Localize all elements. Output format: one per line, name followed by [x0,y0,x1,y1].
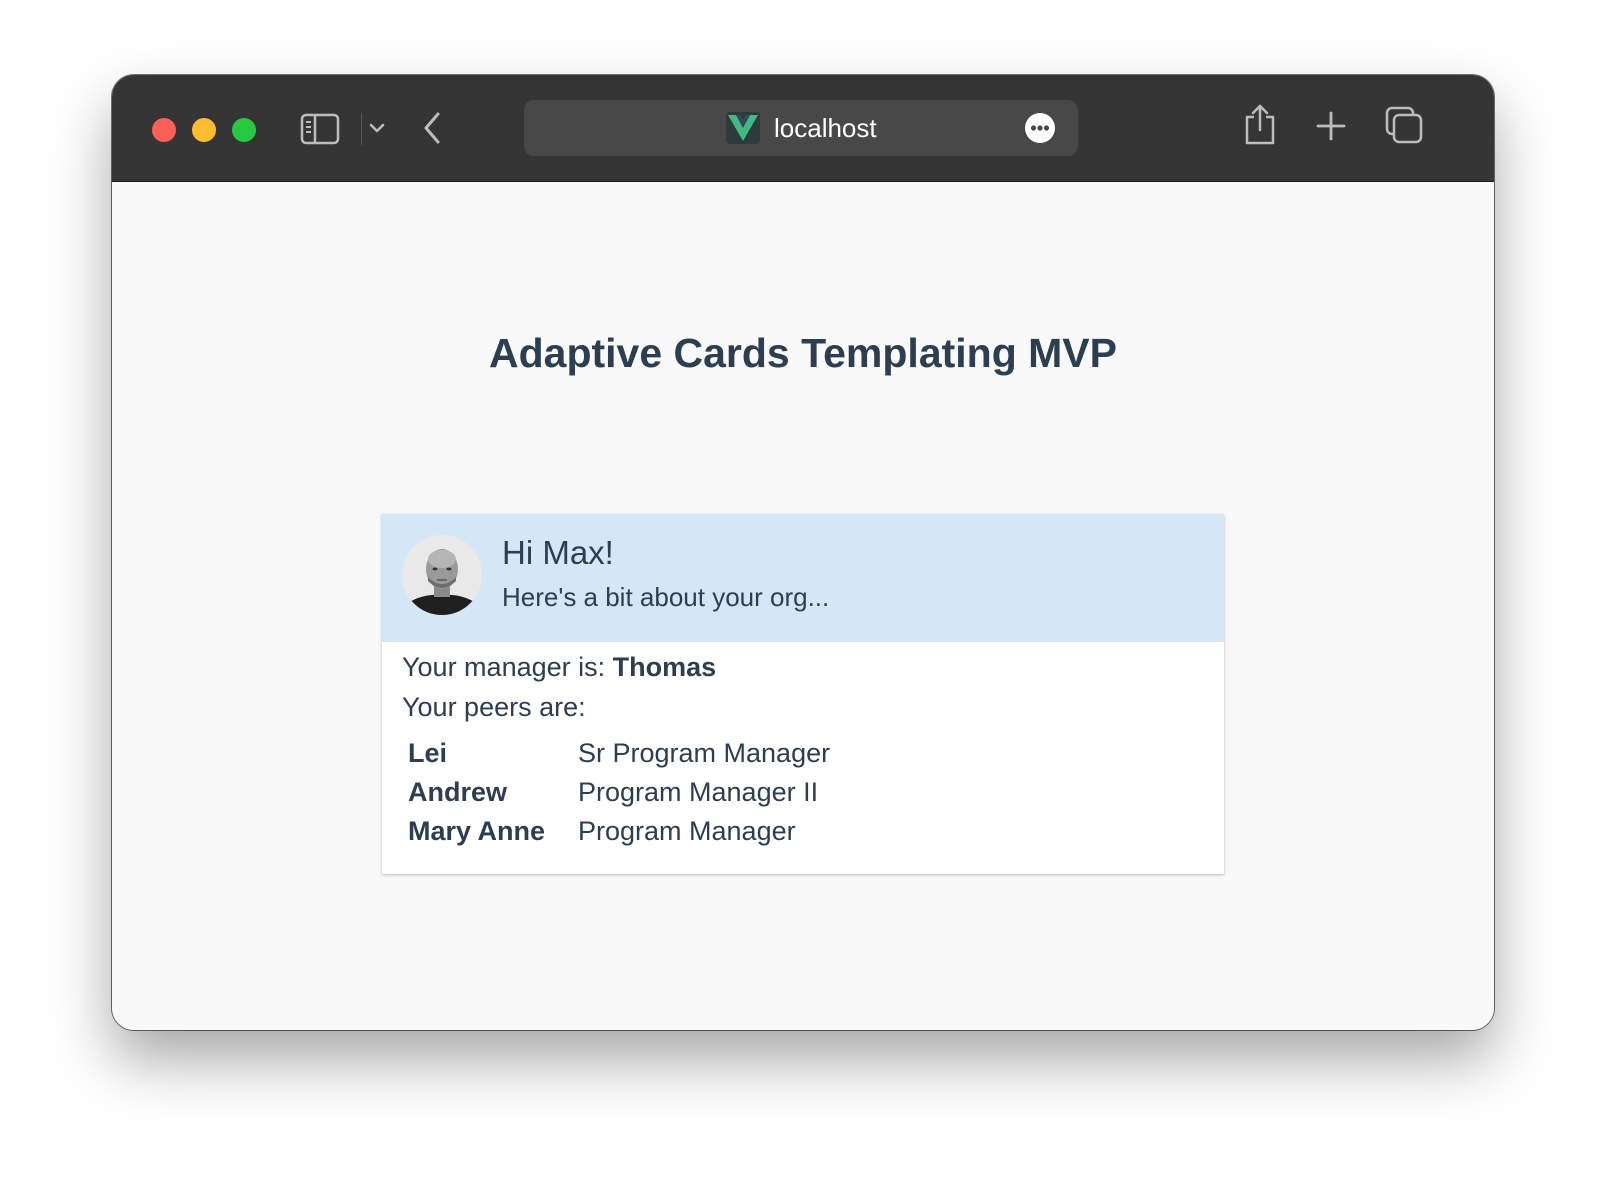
vue-logo-icon [726,112,760,144]
back-button[interactable] [418,107,448,149]
tabs-icon [1385,106,1423,144]
url-text: localhost [774,113,877,143]
tab-overview-button[interactable] [1384,105,1424,145]
page-content: Adaptive Cards Templating MVP Hi Max! He… [112,182,1494,1030]
close-window-button[interactable] [152,118,176,142]
browser-window: localhost Adaptive Cards Templating MVP … [112,75,1494,1030]
stage: localhost Adaptive Cards Templating MVP … [0,0,1604,1178]
sidebar-icon [300,113,340,145]
sidebar-menu-button[interactable] [364,115,390,141]
zoom-window-button[interactable] [232,118,256,142]
toolbar-separator [361,113,362,145]
manager-label: Your manager is: [402,652,613,682]
peer-name: Mary Anne [408,816,546,846]
manager-name: Thomas [612,652,717,682]
peer-name: Lei [408,738,448,768]
greeting-subtitle: Here's a bit about your org... [502,582,830,612]
ellipsis-icon [1030,125,1050,131]
peer-title: Sr Program Manager [578,738,831,768]
peers-label: Your peers are: [402,692,586,722]
page-title: Adaptive Cards Templating MVP [488,330,1117,376]
peer-row: Mary Anne Program Manager [408,816,1108,856]
minimize-window-button[interactable] [192,118,216,142]
peer-name: Andrew [408,777,508,807]
new-tab-button[interactable] [1314,109,1348,143]
chevron-left-icon [424,112,440,144]
plus-icon [1316,111,1346,141]
card-header: Hi Max! Here's a bit about your org... [382,514,1224,642]
peer-title: Program Manager [578,816,796,846]
user-avatar-image [402,535,482,615]
chevron-down-icon [369,123,385,133]
greeting-text: Hi Max! [502,534,614,571]
share-button[interactable] [1242,101,1278,149]
avatar [402,535,482,615]
peer-row: Andrew Program Manager II [408,777,1108,817]
adaptive-card: Hi Max! Here's a bit about your org... Y… [382,514,1224,874]
peer-title: Program Manager II [578,777,819,807]
sidebar-toggle-button[interactable] [298,109,342,149]
address-bar[interactable]: localhost [524,100,1078,156]
share-icon [1245,104,1275,145]
peer-row: Lei Sr Program Manager [408,738,1108,778]
manager-line: Your manager is: Thomas [402,652,716,683]
page-menu-button[interactable] [1025,113,1055,143]
browser-toolbar: localhost [112,75,1494,182]
